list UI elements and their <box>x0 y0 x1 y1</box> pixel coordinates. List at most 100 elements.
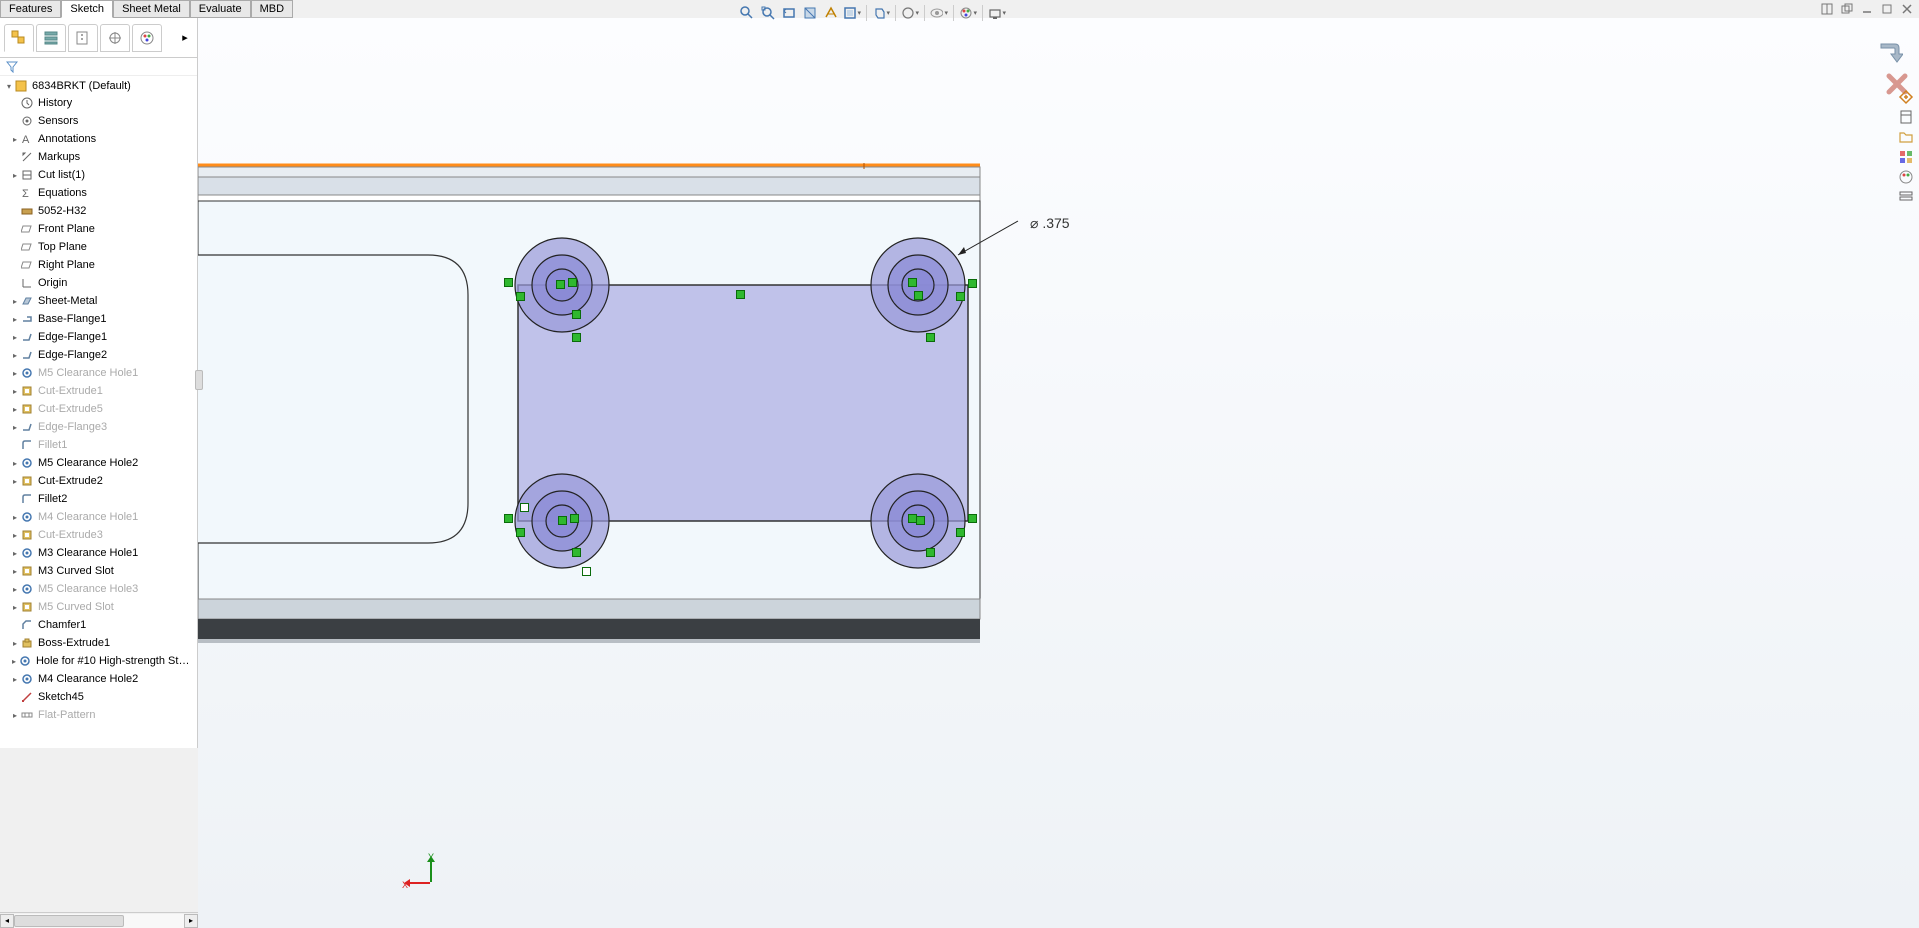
feature-tree-item[interactable]: ▸M5 Clearance Hole1 <box>0 364 197 382</box>
feature-filter-bar[interactable] <box>0 58 197 76</box>
feature-tree-item[interactable]: ▸AAnnotations <box>0 130 197 148</box>
feature-tree-item[interactable]: 5052-H32 <box>0 202 197 220</box>
display-manager-tab-icon[interactable] <box>132 24 162 52</box>
maximize-icon[interactable] <box>1879 2 1895 16</box>
feature-tree-item[interactable]: ▸M4 Clearance Hole1 <box>0 508 197 526</box>
cascade-window-icon[interactable] <box>1839 2 1855 16</box>
scroll-thumb[interactable] <box>14 915 124 927</box>
feature-tree-item[interactable]: ▸Boss-Extrude1 <box>0 634 197 652</box>
feature-tree-tab-icon[interactable] <box>4 24 34 52</box>
feature-tree-item[interactable]: ▸M5 Curved Slot <box>0 598 197 616</box>
tile-window-icon[interactable] <box>1819 2 1835 16</box>
expand-toggle-icon[interactable]: ▸ <box>10 657 18 666</box>
relation-coincident-icon[interactable] <box>516 292 525 301</box>
panel-splitter[interactable] <box>195 370 203 390</box>
scroll-left-icon[interactable]: ◂ <box>0 914 14 928</box>
feature-tree-item[interactable]: Chamfer1 <box>0 616 197 634</box>
appearances-icon[interactable] <box>1897 168 1915 186</box>
feature-tree-item[interactable]: ▸M5 Clearance Hole3 <box>0 580 197 598</box>
minimize-icon[interactable] <box>1859 2 1875 16</box>
solidworks-resources-icon[interactable] <box>1897 88 1915 106</box>
zoom-to-fit-icon[interactable] <box>738 4 756 22</box>
relation-coincident-icon[interactable] <box>516 528 525 537</box>
expand-toggle-icon[interactable]: ▸ <box>10 585 20 594</box>
feature-tree-item[interactable]: ▸Cut-Extrude1 <box>0 382 197 400</box>
expand-toggle-icon[interactable]: ▸ <box>10 675 20 684</box>
hide-show-items-icon[interactable] <box>930 4 948 22</box>
relation-horizontal-icon[interactable] <box>504 278 513 287</box>
zoom-area-icon[interactable] <box>759 4 777 22</box>
custom-properties-icon[interactable] <box>1897 188 1915 206</box>
feature-tree-item[interactable]: Fillet2 <box>0 490 197 508</box>
tab-sheet-metal[interactable]: Sheet Metal <box>113 0 190 18</box>
close-icon[interactable] <box>1899 2 1915 16</box>
expand-toggle-icon[interactable]: ▸ <box>10 405 20 414</box>
relation-equal-icon[interactable] <box>572 333 581 342</box>
relation-horizontal-icon[interactable] <box>968 514 977 523</box>
relation-coincident-icon[interactable] <box>914 291 923 300</box>
feature-tree-root[interactable]: ▾ 6834BRKT (Default) <box>0 78 197 94</box>
expand-toggle-icon[interactable]: ▸ <box>10 513 20 522</box>
expand-toggle-icon[interactable]: ▸ <box>10 567 20 576</box>
expand-toggle-icon[interactable]: ▸ <box>10 387 20 396</box>
feature-tree-item[interactable]: Right Plane <box>0 256 197 274</box>
tab-evaluate[interactable]: Evaluate <box>190 0 251 18</box>
panel-collapse-icon[interactable]: ▸ <box>177 30 193 46</box>
edit-appearance-icon[interactable] <box>959 4 977 22</box>
tab-features[interactable]: Features <box>0 0 61 18</box>
feature-tree-item[interactable]: ▸Cut-Extrude3 <box>0 526 197 544</box>
display-style-icon[interactable] <box>901 4 919 22</box>
expand-toggle-icon[interactable]: ▸ <box>10 477 20 486</box>
feature-tree-h-scrollbar[interactable]: ◂ ▸ <box>0 912 198 928</box>
relation-coincident-icon[interactable] <box>956 528 965 537</box>
feature-tree[interactable]: ▾ 6834BRKT (Default) HistorySensors▸AAnn… <box>0 76 197 748</box>
graphics-viewport[interactable]: ⌀ .375 Y X <box>198 18 1919 928</box>
feature-tree-item[interactable]: ▸M4 Clearance Hole2 <box>0 670 197 688</box>
relation-coincident-icon[interactable] <box>956 292 965 301</box>
configuration-manager-tab-icon[interactable] <box>68 24 98 52</box>
feature-tree-item[interactable]: ▸M3 Curved Slot <box>0 562 197 580</box>
relation-equal-icon[interactable] <box>926 548 935 557</box>
relation-equal-icon[interactable] <box>572 548 581 557</box>
section-view-icon[interactable] <box>801 4 819 22</box>
feature-tree-item[interactable]: ▸Edge-Flange2 <box>0 346 197 364</box>
scroll-track[interactable] <box>14 914 184 928</box>
expand-toggle-icon[interactable]: ▸ <box>10 297 20 306</box>
expand-toggle-icon[interactable]: ▸ <box>10 711 20 720</box>
relation-horizontal-icon[interactable] <box>908 278 917 287</box>
property-manager-tab-icon[interactable] <box>36 24 66 52</box>
relation-horizontal-icon[interactable] <box>736 290 745 299</box>
relation-coincident-icon[interactable] <box>556 280 565 289</box>
scroll-right-icon[interactable]: ▸ <box>184 914 198 928</box>
relation-equal-icon[interactable] <box>926 333 935 342</box>
relation-tangent-icon[interactable] <box>520 503 529 512</box>
expand-toggle-icon[interactable]: ▸ <box>10 459 20 468</box>
feature-tree-item[interactable]: Markups <box>0 148 197 166</box>
apply-scene-icon[interactable] <box>988 4 1006 22</box>
tab-mbd[interactable]: MBD <box>251 0 293 18</box>
feature-tree-item[interactable]: ▸Base-Flange1 <box>0 310 197 328</box>
design-library-icon[interactable] <box>1897 108 1915 126</box>
exit-sketch-icon[interactable] <box>1875 40 1903 68</box>
dimxpert-manager-tab-icon[interactable] <box>100 24 130 52</box>
feature-tree-item[interactable]: Front Plane <box>0 220 197 238</box>
expand-toggle-icon[interactable]: ▸ <box>10 531 20 540</box>
expand-toggle-icon[interactable]: ▸ <box>10 351 20 360</box>
feature-tree-item[interactable]: ▸M3 Clearance Hole1 <box>0 544 197 562</box>
feature-tree-item[interactable]: ▸Edge-Flange1 <box>0 328 197 346</box>
relation-concentric-icon[interactable] <box>582 567 591 576</box>
feature-tree-item[interactable]: Sensors <box>0 112 197 130</box>
relation-horizontal-icon[interactable] <box>570 514 579 523</box>
feature-tree-item[interactable]: ▸Flat-Pattern <box>0 706 197 724</box>
expand-toggle-icon[interactable]: ▸ <box>10 549 20 558</box>
feature-tree-item[interactable]: ▸Cut list(1) <box>0 166 197 184</box>
feature-tree-item[interactable]: ▸Sheet-Metal <box>0 292 197 310</box>
expand-toggle-icon[interactable]: ▸ <box>10 315 20 324</box>
tab-sketch[interactable]: Sketch <box>61 0 113 18</box>
feature-tree-item[interactable]: ▸Edge-Flange3 <box>0 418 197 436</box>
relation-horizontal-icon[interactable] <box>968 279 977 288</box>
dimension-label[interactable]: ⌀ .375 <box>1030 215 1070 232</box>
expand-toggle-icon[interactable]: ▸ <box>10 171 20 180</box>
relation-coincident-icon[interactable] <box>558 516 567 525</box>
feature-tree-item[interactable]: Sketch45 <box>0 688 197 706</box>
